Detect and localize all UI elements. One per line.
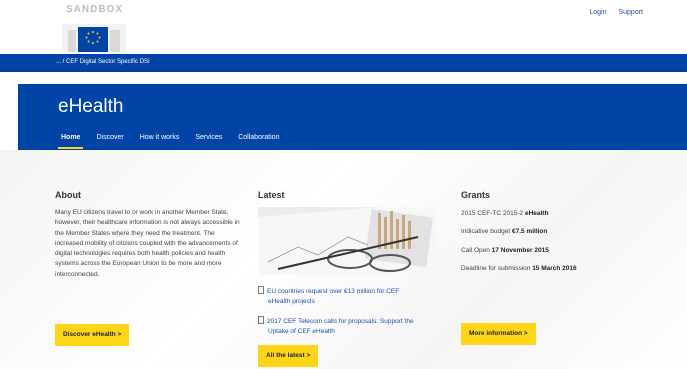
about-section: About Many EU citizens travel to or work… — [55, 190, 240, 346]
grant-open-label: Call Open — [461, 247, 490, 254]
news-title-line1[interactable]: 2017 CEF Telecom calls for proposals: Su… — [267, 318, 414, 325]
support-link[interactable]: Support — [618, 9, 643, 16]
grant-deadline: Deadline for submission 15 March 2016 — [461, 265, 577, 272]
news-title-line2[interactable]: eHealth projects — [268, 298, 315, 305]
nav-services[interactable]: Services — [190, 134, 227, 148]
breadcrumb[interactable]: ... / CEF Digital Sector Specific DSI — [56, 59, 150, 65]
news-title-line1[interactable]: EU countries request over €13 million fo… — [267, 288, 399, 295]
eu-flag-logo[interactable] — [62, 24, 126, 52]
news-image — [258, 207, 436, 275]
sandbox-label: SANDBOX — [66, 4, 124, 15]
grant-open: Call Open 17 November 2015 — [461, 247, 549, 254]
more-information-button[interactable]: More information > — [461, 323, 536, 345]
top-links: Login Support — [579, 9, 643, 16]
news-title-line2[interactable]: Uptake of CEF eHealth — [268, 328, 335, 335]
page-title: eHealth — [58, 96, 124, 117]
site-banner: eHealth Home Discover How it works Servi… — [18, 84, 687, 150]
news-item[interactable]: EU countries request over €13 million fo… — [258, 286, 399, 307]
nav-how-it-works[interactable]: How it works — [135, 134, 185, 148]
grants-heading: Grants — [461, 190, 491, 200]
grant-call: 2015 CEF-TC 2015-2 eHealth — [461, 210, 548, 217]
nav-discover[interactable]: Discover — [91, 134, 128, 148]
grants-section: Grants 2015 CEF-TC 2015-2 eHealth Indica… — [461, 190, 631, 345]
nav-collaboration[interactable]: Collaboration — [233, 134, 284, 148]
grant-call-name: eHealth — [524, 210, 549, 217]
about-heading: About — [55, 190, 81, 200]
document-icon — [258, 316, 264, 324]
grant-call-id: 2015 CEF-TC 2015-2 — [461, 210, 524, 217]
login-link[interactable]: Login — [589, 9, 606, 16]
grant-budget: Indicative budget €7.5 million — [461, 228, 547, 235]
grant-deadline-label: Deadline for submission — [461, 265, 531, 272]
latest-section: Latest EU countries request over €13 mil… — [258, 190, 443, 367]
all-the-latest-button[interactable]: All the latest > — [258, 345, 319, 367]
grant-open-value: 17 November 2015 — [491, 247, 549, 254]
top-header: SANDBOX Login Support — [0, 0, 687, 54]
news-item[interactable]: 2017 CEF Telecom calls for proposals: Su… — [258, 316, 414, 337]
grant-deadline-value: 15 March 2016 — [532, 265, 577, 272]
breadcrumb-bar: ... / CEF Digital Sector Specific DSI — [0, 54, 687, 72]
grant-budget-label: Indicative budget — [461, 228, 511, 235]
about-text: Many EU citizens travel to or work in an… — [55, 209, 240, 278]
document-icon — [258, 286, 264, 294]
nav-home[interactable]: Home — [56, 134, 85, 149]
grant-budget-value: €7.5 million — [511, 228, 548, 235]
discover-ehealth-button[interactable]: Discover eHealth > — [55, 324, 130, 346]
latest-heading: Latest — [258, 190, 285, 200]
main-nav: Home Discover How it works Services Coll… — [56, 134, 290, 149]
